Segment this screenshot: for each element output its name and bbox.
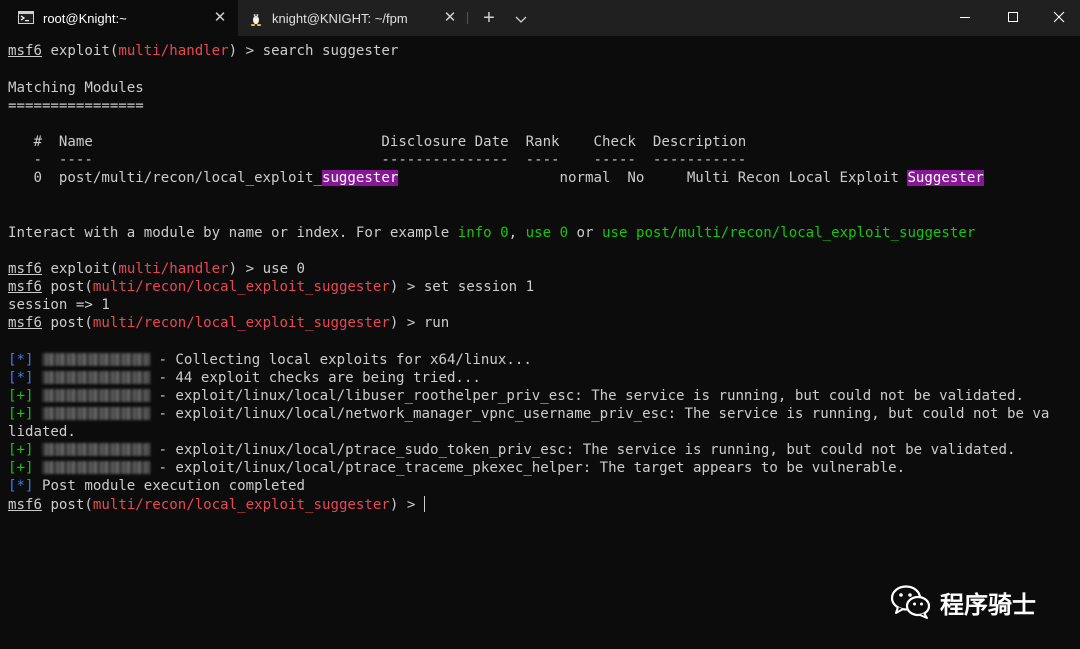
maximize-icon <box>1008 12 1018 22</box>
output-line: [+] - exploit/linux/local/network_manage… <box>8 405 1049 423</box>
wechat-icon <box>890 585 931 619</box>
command-text: set session 1 <box>423 279 535 295</box>
close-icon <box>1053 11 1065 23</box>
prompt-line[interactable]: msf6 post(multi/recon/local_exploit_sugg… <box>8 496 425 514</box>
row-details: normal No Multi Recon Local Exploit <box>398 170 908 186</box>
watermark: 程序骑士 <box>890 582 1036 622</box>
output-line: [+] - exploit/linux/local/ptrace_sudo_to… <box>8 441 1015 459</box>
prompt-app: msf6 <box>8 261 42 277</box>
success-tag: [+] <box>8 388 34 404</box>
minimize-button[interactable] <box>942 0 988 34</box>
hint-sep: , <box>508 225 526 241</box>
output-text: - 44 exploit checks are being tried... <box>149 370 481 386</box>
tab-separator <box>467 12 468 24</box>
prompt-suffix: ) > <box>389 315 424 331</box>
redacted-text <box>41 371 150 384</box>
redacted-text <box>41 389 150 402</box>
prompt-context: post( <box>41 279 93 295</box>
tab-label: root@Knight:~ <box>43 11 127 26</box>
output-line-wrap: lidated. <box>8 424 76 440</box>
maximize-button[interactable] <box>990 0 1036 34</box>
prompt-app: msf6 <box>8 279 42 295</box>
prompt-context: exploit( <box>41 43 119 59</box>
info-tag: [*] <box>8 352 34 368</box>
module-name: multi/recon/local_exploit_suggester <box>92 497 390 513</box>
prompt-suffix: ) > <box>228 43 263 59</box>
hint-sep: or <box>568 225 603 241</box>
output-line: [*] - 44 exploit checks are being tried.… <box>8 369 481 387</box>
row-name: 0 post/multi/recon/local_exploit_ <box>8 170 322 186</box>
chevron-down-icon[interactable] <box>510 8 532 30</box>
prompt-line: msf6 post(multi/recon/local_exploit_sugg… <box>8 278 534 296</box>
module-name: multi/handler <box>118 261 229 277</box>
minimize-icon <box>960 17 970 18</box>
output-text: - exploit/linux/local/ptrace_sudo_token_… <box>149 442 1016 458</box>
output-text: - exploit/linux/local/libuser_roothelper… <box>149 388 1024 404</box>
info-tag: [*] <box>8 370 34 386</box>
prompt-app: msf6 <box>8 43 42 59</box>
output-line: [+] - exploit/linux/local/ptrace_traceme… <box>8 459 905 477</box>
table-rule: - ---- --------------- ---- ----- ------… <box>8 152 747 168</box>
module-name: multi/recon/local_exploit_suggester <box>92 315 390 331</box>
prompt-line: msf6 exploit(multi/handler) > use 0 <box>8 260 305 278</box>
module-name: multi/handler <box>118 43 229 59</box>
section-title: Matching Modules <box>8 80 144 96</box>
output-text: - Collecting local exploits for x64/linu… <box>149 352 532 368</box>
hint-text: Interact with a module by name or index.… <box>8 225 458 241</box>
interact-hint: Interact with a module by name or index.… <box>8 224 975 242</box>
command-output: session => 1 <box>8 297 110 313</box>
tab-label: knight@KNIGHT: ~/fpm <box>272 11 408 26</box>
command-text: search suggester <box>262 43 399 59</box>
search-highlight: Suggester <box>907 170 984 186</box>
command-text: use 0 <box>262 261 306 277</box>
output-line: [+] - exploit/linux/local/libuser_roothe… <box>8 387 1024 405</box>
close-tab-icon[interactable]: ✕ <box>210 8 230 28</box>
table-header: # Name Disclosure Date Rank Check Descri… <box>8 134 747 150</box>
linux-penguin-icon <box>250 12 262 26</box>
prompt-context: exploit( <box>41 261 119 277</box>
watermark-text: 程序骑士 <box>940 590 1036 619</box>
success-tag: [+] <box>8 442 34 458</box>
output-text: Post module execution completed <box>33 478 305 494</box>
command-text: run <box>423 315 450 331</box>
close-tab-icon[interactable]: ✕ <box>440 8 460 28</box>
prompt-context: post( <box>41 315 93 331</box>
output-text: - exploit/linux/local/network_manager_vp… <box>149 406 1050 422</box>
output-line: [*] - Collecting local exploits for x64/… <box>8 351 532 369</box>
prompt-suffix: ) > <box>389 497 424 513</box>
prompt-suffix: ) > <box>228 261 263 277</box>
new-tab-button[interactable]: + <box>478 7 500 29</box>
tab-root-knight[interactable]: root@Knight:~ ✕ <box>0 0 238 36</box>
hint-example: use post/multi/recon/local_exploit_sugge… <box>602 225 976 241</box>
redacted-text <box>41 461 150 474</box>
redacted-text <box>41 407 150 420</box>
text-cursor <box>423 496 425 512</box>
search-highlight: suggester <box>321 170 399 186</box>
prompt-suffix: ) > <box>389 279 424 295</box>
redacted-text <box>41 443 150 456</box>
tab-knight-fpm[interactable]: knight@KNIGHT: ~/fpm ✕ <box>238 0 468 36</box>
success-tag: [+] <box>8 406 34 422</box>
close-window-button[interactable] <box>1036 0 1080 34</box>
info-tag: [*] <box>8 478 34 494</box>
module-name: multi/recon/local_exploit_suggester <box>92 279 390 295</box>
prompt-app: msf6 <box>8 497 42 513</box>
output-text: - exploit/linux/local/ptrace_traceme_pke… <box>149 460 906 476</box>
hint-example: info 0 <box>457 225 509 241</box>
output-line: [*] Post module execution completed <box>8 477 305 495</box>
section-rule: ================ <box>8 98 144 114</box>
terminal-pane[interactable]: msf6 exploit(multi/handler) > search sug… <box>0 36 1080 649</box>
table-row: 0 post/multi/recon/local_exploit_suggest… <box>8 169 984 187</box>
cmd-icon <box>18 11 34 24</box>
prompt-context: post( <box>41 497 93 513</box>
prompt-line: msf6 exploit(multi/handler) > search sug… <box>8 42 398 60</box>
prompt-line: msf6 post(multi/recon/local_exploit_sugg… <box>8 314 449 332</box>
success-tag: [+] <box>8 460 34 476</box>
title-bar: root@Knight:~ ✕ knight@KNIGHT: ~/fpm ✕ + <box>0 0 1080 36</box>
redacted-text <box>41 353 150 366</box>
hint-example: use 0 <box>525 225 569 241</box>
prompt-app: msf6 <box>8 315 42 331</box>
